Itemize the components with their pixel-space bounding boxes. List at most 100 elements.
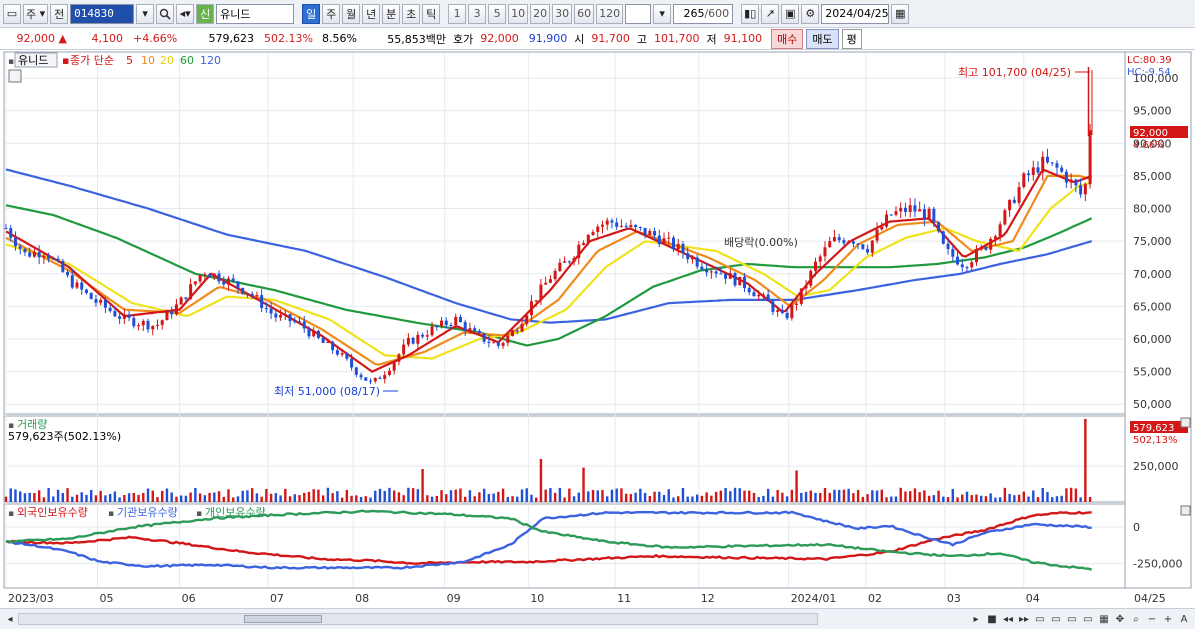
- window-menu-icon[interactable]: ▭: [3, 3, 21, 24]
- interval-30[interactable]: 30: [552, 3, 573, 24]
- candle-type-icon[interactable]: ▮▯: [741, 3, 760, 24]
- scroll-left-icon[interactable]: ◂: [3, 611, 17, 627]
- last-icon[interactable]: ▸▸: [1017, 611, 1031, 627]
- volume-bar: [497, 491, 500, 502]
- candle-body: [634, 225, 638, 227]
- zoom-icon-3[interactable]: ▭: [1065, 611, 1079, 627]
- investor-panel-close-icon[interactable]: [1180, 505, 1191, 516]
- draw-tool-icon[interactable]: ↗: [761, 3, 780, 24]
- scroll-thumb[interactable]: [244, 615, 322, 623]
- search-icon[interactable]: [156, 3, 175, 24]
- time-tick-label: 06: [182, 592, 196, 605]
- interval-20[interactable]: 20: [530, 3, 551, 24]
- speaker-icon[interactable]: ◂▾: [176, 3, 195, 24]
- volume-bar: [4, 496, 8, 502]
- zoom-in-icon[interactable]: ▭: [1033, 611, 1047, 627]
- turnover-rate: 8.56%: [322, 32, 357, 45]
- date-input[interactable]: 2024/04/25: [821, 3, 890, 24]
- count-field[interactable]: 265/600: [673, 3, 734, 24]
- calculator-icon[interactable]: [8, 69, 22, 83]
- interval-60[interactable]: 60: [574, 3, 595, 24]
- time-tick-label: 2023/03: [8, 592, 54, 605]
- period-tick[interactable]: 틱: [422, 3, 441, 24]
- avg-button[interactable]: 평: [841, 28, 862, 49]
- volume-bar: [724, 487, 727, 502]
- change-pct: +4.66%: [133, 32, 178, 45]
- period-second[interactable]: 초: [402, 3, 421, 24]
- stock-chart[interactable]: 100,00095,00090,00085,00080,00075,00070,…: [0, 50, 1195, 608]
- volume-bar: [695, 494, 699, 502]
- interval-dropdown-icon[interactable]: ▾: [653, 3, 672, 24]
- candle-body: [719, 273, 723, 275]
- volume-bar: [463, 496, 467, 502]
- candle-body: [269, 308, 273, 314]
- gear-icon[interactable]: ⚙: [801, 3, 820, 24]
- prev-button[interactable]: 전: [50, 3, 69, 24]
- volume-bar: [539, 459, 543, 502]
- candle-body: [184, 297, 188, 299]
- calendar-icon[interactable]: ▦: [891, 3, 910, 24]
- buy-button[interactable]: 매수: [771, 28, 804, 49]
- volume-bar: [326, 487, 330, 502]
- candle-body: [444, 320, 448, 326]
- interval-120[interactable]: 120: [596, 3, 624, 24]
- candle-body: [170, 311, 174, 315]
- minus-icon[interactable]: −: [1145, 611, 1159, 627]
- move-icon[interactable]: ✥: [1113, 611, 1127, 627]
- volume-bar: [298, 495, 301, 502]
- magnify-icon[interactable]: ⌕: [1129, 611, 1143, 627]
- stock-name-field[interactable]: 유니드: [216, 3, 295, 24]
- candle-body: [103, 299, 107, 308]
- zoom-icon-2[interactable]: ▭: [1049, 611, 1063, 627]
- volume-bar: [771, 496, 775, 502]
- stop-icon[interactable]: ■: [985, 611, 999, 627]
- sell-button[interactable]: 매도: [806, 28, 839, 49]
- stock-code-input[interactable]: 014830: [70, 3, 135, 24]
- candle-body: [198, 274, 202, 282]
- code-dropdown-icon[interactable]: ▾: [136, 3, 155, 24]
- candle-body: [757, 294, 761, 297]
- volume-bar: [961, 494, 964, 502]
- volume-bar: [113, 491, 117, 502]
- price-tick-label: 95,000: [1133, 105, 1172, 118]
- quote-label: 호가: [453, 32, 474, 46]
- period-minute[interactable]: 분: [382, 3, 401, 24]
- save-icon[interactable]: ▣: [781, 3, 800, 24]
- market-select[interactable]: 주 ▾: [23, 3, 49, 24]
- candle-body: [113, 311, 117, 317]
- period-month[interactable]: 월: [342, 3, 361, 24]
- interval-10[interactable]: 10: [508, 3, 529, 24]
- grid-icon[interactable]: ▦: [1097, 611, 1111, 627]
- candle-body: [927, 208, 931, 219]
- volume-bar: [156, 497, 159, 502]
- candle-body: [875, 229, 879, 241]
- play-icon[interactable]: ▸: [969, 611, 983, 627]
- count-value: 265: [683, 7, 705, 20]
- zoom-icon-4[interactable]: ▭: [1081, 611, 1095, 627]
- price-tick-label: 50,000: [1133, 398, 1172, 411]
- candle-body: [695, 257, 699, 267]
- candle-body: [946, 243, 950, 249]
- interval-5[interactable]: 5: [488, 3, 507, 24]
- candle-body: [47, 255, 51, 259]
- volume-panel-close-icon[interactable]: [1180, 417, 1191, 428]
- candle-body: [974, 249, 978, 263]
- candle-body: [146, 320, 150, 330]
- period-day[interactable]: 일: [302, 3, 321, 24]
- period-week[interactable]: 주: [322, 3, 341, 24]
- first-icon[interactable]: ◂◂: [1001, 611, 1015, 627]
- volume-bar: [132, 492, 136, 502]
- candle-body: [212, 273, 216, 278]
- period-year[interactable]: 년: [362, 3, 381, 24]
- plus-icon[interactable]: +: [1161, 611, 1175, 627]
- candle-body: [1088, 130, 1092, 185]
- text-icon[interactable]: A: [1177, 611, 1191, 627]
- volume-bar: [336, 491, 339, 502]
- candle-body: [743, 276, 747, 289]
- interval-3[interactable]: 3: [468, 3, 487, 24]
- volume-bar: [591, 489, 595, 502]
- interval-custom-input[interactable]: [625, 3, 652, 24]
- candle-body: [4, 228, 8, 230]
- scroll-track[interactable]: [18, 613, 818, 625]
- interval-1[interactable]: 1: [448, 3, 467, 24]
